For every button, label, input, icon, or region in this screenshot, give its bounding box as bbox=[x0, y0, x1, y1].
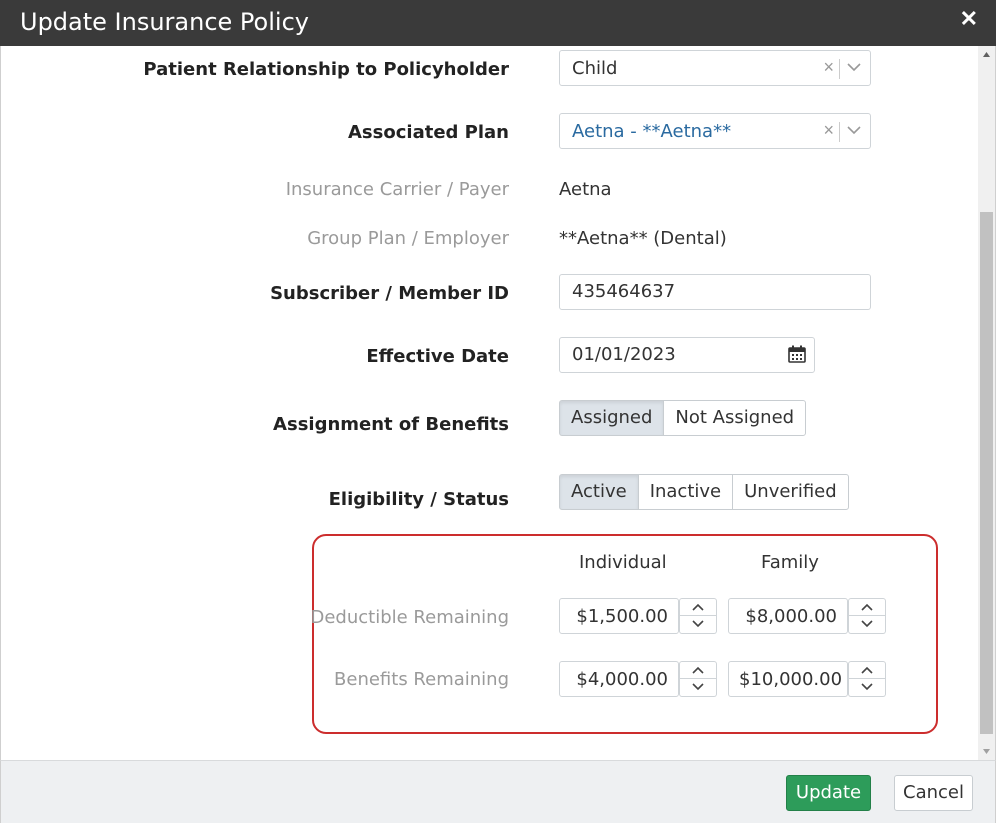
benefits-individual-input[interactable]: $4,000.00 bbox=[559, 661, 679, 697]
select-separator bbox=[839, 59, 840, 79]
benefits-label: Benefits Remaining bbox=[334, 669, 509, 690]
chevron-up-icon[interactable] bbox=[679, 598, 717, 616]
close-icon[interactable]: ✕ bbox=[960, 6, 978, 32]
update-button[interactable]: Update bbox=[786, 775, 871, 811]
relationship-select[interactable]: Child × bbox=[559, 50, 871, 86]
eligibility-option-inactive[interactable]: Inactive bbox=[637, 474, 734, 510]
relationship-value: Child bbox=[572, 58, 618, 79]
eligibility-option-active[interactable]: Active bbox=[559, 474, 639, 510]
clear-icon[interactable]: × bbox=[823, 120, 834, 141]
calendar-icon[interactable] bbox=[788, 345, 806, 363]
eligibility-label: Eligibility / Status bbox=[328, 489, 509, 510]
chevron-down-icon[interactable] bbox=[846, 118, 862, 147]
vertical-scrollbar[interactable] bbox=[978, 46, 995, 760]
chevron-down-icon[interactable] bbox=[848, 616, 886, 634]
deductible-individual-stepper bbox=[679, 598, 717, 634]
chevron-down-icon[interactable] bbox=[846, 55, 862, 84]
effective-date-input[interactable]: 01/01/2023 bbox=[559, 337, 815, 373]
scroll-up-arrow-icon[interactable] bbox=[978, 46, 995, 63]
relationship-label: Patient Relationship to Policyholder bbox=[143, 59, 509, 80]
scroll-down-arrow-icon[interactable] bbox=[978, 743, 995, 760]
group-value: **Aetna** (Dental) bbox=[559, 228, 727, 249]
assignment-label: Assignment of Benefits bbox=[273, 414, 509, 435]
column-header-individual: Individual bbox=[579, 552, 667, 573]
chevron-up-icon[interactable] bbox=[848, 661, 886, 679]
eligibility-option-unverified[interactable]: Unverified bbox=[732, 474, 849, 510]
effective-date-value: 01/01/2023 bbox=[572, 344, 676, 365]
eligibility-toggle: Active Inactive Unverified bbox=[559, 474, 849, 510]
deductible-family-input[interactable]: $8,000.00 bbox=[728, 598, 848, 634]
deductible-individual-input[interactable]: $1,500.00 bbox=[559, 598, 679, 634]
benefits-family-input[interactable]: $10,000.00 bbox=[728, 661, 848, 697]
member-id-input[interactable]: 435464637 bbox=[559, 274, 871, 310]
benefits-family-stepper bbox=[848, 661, 886, 697]
scrollbar-thumb[interactable] bbox=[980, 212, 993, 734]
cancel-button[interactable]: Cancel bbox=[894, 775, 973, 811]
deductible-family-stepper bbox=[848, 598, 886, 634]
carrier-value: Aetna bbox=[559, 179, 612, 200]
chevron-down-icon[interactable] bbox=[679, 679, 717, 697]
carrier-label: Insurance Carrier / Payer bbox=[285, 179, 509, 200]
group-label: Group Plan / Employer bbox=[307, 228, 509, 249]
plan-value: Aetna - **Aetna** bbox=[572, 121, 732, 142]
plan-label: Associated Plan bbox=[348, 122, 509, 143]
select-separator bbox=[839, 122, 840, 142]
column-header-family: Family bbox=[761, 552, 819, 573]
benefits-individual-stepper bbox=[679, 661, 717, 697]
chevron-down-icon[interactable] bbox=[679, 616, 717, 634]
deductible-label: Deductible Remaining bbox=[310, 607, 509, 628]
assignment-option-assigned[interactable]: Assigned bbox=[559, 400, 665, 436]
dialog-title: Update Insurance Policy bbox=[20, 8, 309, 36]
chevron-up-icon[interactable] bbox=[679, 661, 717, 679]
chevron-up-icon[interactable] bbox=[848, 598, 886, 616]
member-id-label: Subscriber / Member ID bbox=[270, 283, 509, 304]
assignment-option-not-assigned[interactable]: Not Assigned bbox=[663, 400, 807, 436]
assignment-toggle: Assigned Not Assigned bbox=[559, 400, 807, 436]
dialog-titlebar: Update Insurance Policy ✕ bbox=[0, 0, 996, 46]
chevron-down-icon[interactable] bbox=[848, 679, 886, 697]
plan-select[interactable]: Aetna - **Aetna** × bbox=[559, 113, 871, 149]
clear-icon[interactable]: × bbox=[823, 57, 834, 78]
effective-date-label: Effective Date bbox=[366, 346, 509, 367]
